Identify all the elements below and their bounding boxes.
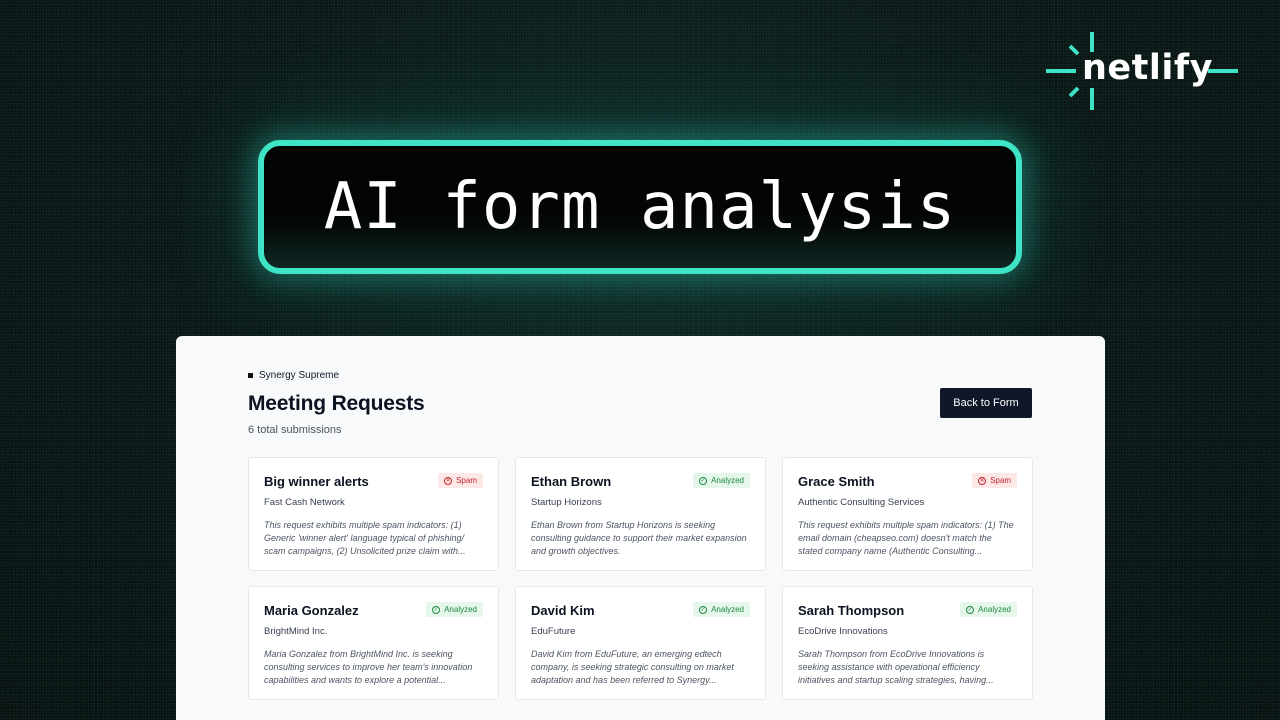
brand-mark-icon: [248, 373, 253, 378]
check-circle-icon: ✓: [432, 605, 441, 614]
card-summary: This request exhibits multiple spam indi…: [264, 520, 466, 556]
status-badge: ✓ Analyzed: [426, 602, 483, 617]
brand-name: Synergy Supreme: [259, 370, 340, 381]
x-circle-icon: ✕: [444, 476, 453, 485]
card-summary: David Kim from EduFuture, an emerging ed…: [531, 649, 734, 685]
submission-card[interactable]: Grace Smith ✕ Spam Authentic Consulting …: [782, 457, 1033, 571]
card-company: EduFuture: [531, 626, 576, 637]
card-company: Fast Cash Network: [264, 497, 345, 508]
submission-card[interactable]: Big winner alerts ✕ Spam Fast Cash Netwo…: [248, 457, 499, 571]
check-circle-icon: ✓: [699, 476, 708, 485]
check-circle-icon: ✓: [699, 605, 708, 614]
submissions-grid: Big winner alerts ✕ Spam Fast Cash Netwo…: [248, 457, 1033, 700]
submission-card[interactable]: Maria Gonzalez ✓ Analyzed BrightMind Inc…: [248, 586, 499, 700]
brand: Synergy Supreme: [248, 370, 339, 381]
check-circle-icon: ✓: [966, 605, 975, 614]
submission-count: 6 total submissions: [248, 424, 342, 436]
submission-card[interactable]: Sarah Thompson ✓ Analyzed EcoDrive Innov…: [782, 586, 1033, 700]
card-summary: Maria Gonzalez from BrightMind Inc. is s…: [264, 649, 473, 685]
card-company: BrightMind Inc.: [264, 626, 328, 637]
card-company: Authentic Consulting Services: [798, 497, 925, 508]
card-summary: This request exhibits multiple spam indi…: [798, 520, 1014, 556]
submission-card[interactable]: David Kim ✓ Analyzed EduFuture David Kim…: [515, 586, 766, 700]
card-summary: Ethan Brown from Startup Horizons is see…: [531, 520, 747, 556]
card-company: Startup Horizons: [531, 497, 602, 508]
card-summary: Sarah Thompson from EcoDrive Innovations…: [798, 649, 994, 685]
status-badge: ✓ Analyzed: [693, 602, 750, 617]
page-title: Meeting Requests: [248, 392, 425, 415]
status-badge: ✕ Spam: [972, 473, 1017, 488]
hero-banner: AI form analysis: [258, 140, 1022, 274]
status-badge: ✓ Analyzed: [693, 473, 750, 488]
back-to-form-button[interactable]: Back to Form: [940, 388, 1032, 418]
hero-title: AI form analysis: [323, 170, 957, 244]
netlify-wordmark: netlify: [1082, 48, 1213, 88]
submission-card[interactable]: Ethan Brown ✓ Analyzed Startup Horizons …: [515, 457, 766, 571]
card-company: EcoDrive Innovations: [798, 626, 888, 637]
netlify-logo: netlify: [1046, 30, 1240, 112]
app-screenshot: Synergy Supreme Meeting Requests 6 total…: [176, 336, 1105, 720]
status-badge: ✓ Analyzed: [960, 602, 1017, 617]
x-circle-icon: ✕: [978, 476, 987, 485]
status-badge: ✕ Spam: [438, 473, 483, 488]
